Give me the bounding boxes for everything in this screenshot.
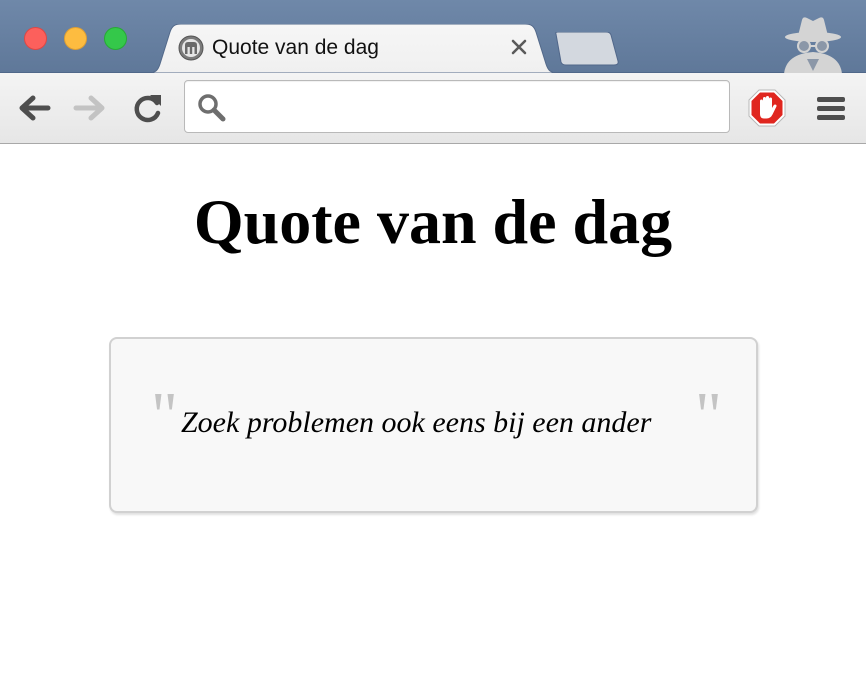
browser-toolbar [0, 73, 866, 144]
close-window-button[interactable] [24, 27, 47, 50]
browser-window: Quote van de dag Quote van de dag " Zoek… [0, 0, 866, 690]
search-icon [197, 93, 227, 123]
back-arrow-icon [19, 95, 51, 121]
address-bar[interactable] [184, 80, 730, 133]
page-content: Quote van de dag " Zoek problemen ook ee… [0, 144, 866, 690]
adblock-stop-hand-icon [748, 89, 786, 127]
incognito-icon [780, 14, 846, 74]
hamburger-menu-icon [817, 97, 845, 120]
reload-button[interactable] [130, 91, 166, 125]
reload-icon [134, 95, 161, 123]
adblock-button[interactable] [748, 89, 786, 127]
page-title: Quote van de dag [193, 186, 673, 257]
tab-close-icon[interactable] [508, 36, 530, 58]
title-bar: Quote van de dag [0, 0, 866, 74]
back-button[interactable] [16, 91, 52, 125]
new-tab-button[interactable] [552, 31, 620, 66]
forward-arrow-icon [73, 95, 105, 121]
address-input[interactable] [235, 89, 719, 125]
quote-text: Zoek problemen ook eens bij een ander [181, 406, 652, 439]
forward-button[interactable] [72, 91, 108, 125]
blog-favicon-icon [178, 35, 204, 61]
zoom-window-button[interactable] [104, 27, 127, 50]
open-quote-mark: " [151, 379, 178, 452]
quote-box: " Zoek problemen ook eens bij een ander … [109, 337, 758, 513]
close-quote-mark: " [695, 379, 722, 452]
minimize-window-button[interactable] [64, 27, 87, 50]
tab-title: Quote van de dag [212, 36, 379, 59]
chrome-menu-button[interactable] [814, 92, 848, 124]
tab-active[interactable]: Quote van de dag [148, 24, 558, 73]
quote-line: " Zoek problemen ook eens bij een ander … [111, 339, 756, 511]
